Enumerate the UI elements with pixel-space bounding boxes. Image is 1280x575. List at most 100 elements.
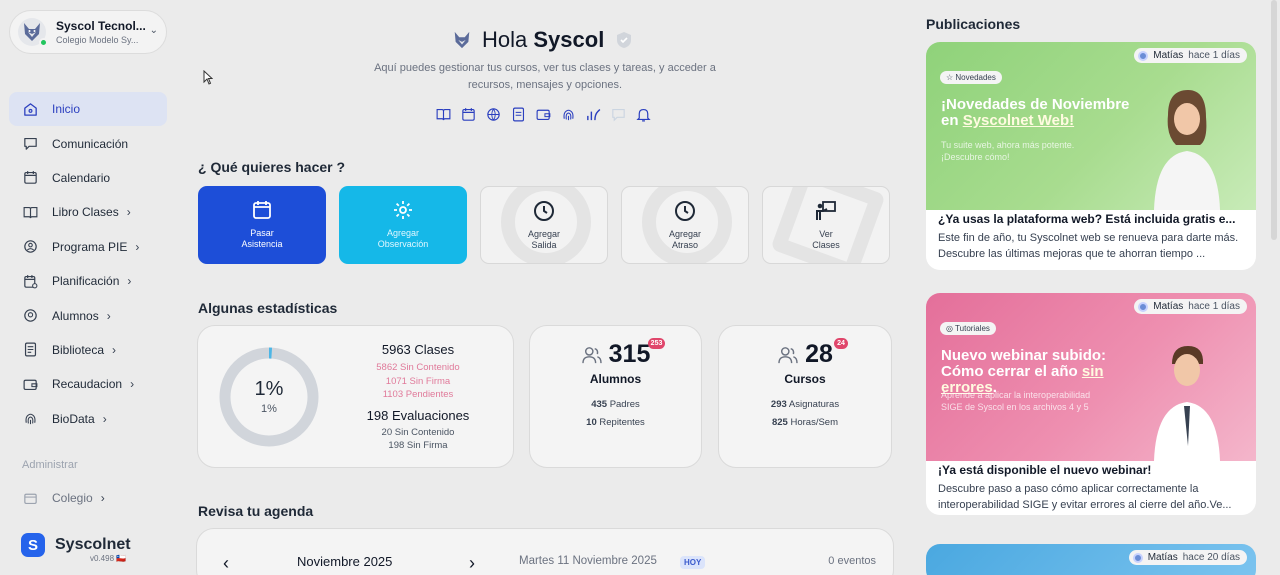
app-version: v0.498 🇨🇱	[90, 554, 127, 563]
avatar	[18, 18, 48, 47]
decorative-watermark	[770, 187, 886, 263]
avatar	[1138, 50, 1149, 61]
users-icon	[778, 346, 798, 363]
agregar-observacion-button[interactable]: Agregar Observación	[339, 186, 467, 264]
publication-card[interactable]: Matías hace 1 días ☆ Novedades ¡Novedades…	[926, 42, 1256, 270]
events-count: 0 eventos	[828, 555, 876, 567]
syscolnet-logo: S	[21, 533, 45, 557]
publication-image: Matías hace 1 días ☆ Novedades ¡Novedades…	[926, 42, 1256, 210]
sidebar-item-label: Calendario	[52, 170, 111, 185]
agenda-section-title: Revisa tu agenda	[198, 503, 314, 519]
sidebar-nav: Inicio Comunicación Calendario Libro Cla…	[9, 92, 167, 436]
repitentes-line: 10 Repitentes	[586, 417, 645, 428]
alumnos-badge: 253	[647, 338, 666, 349]
quick-access-icons	[435, 106, 652, 123]
sidebar-item-label: Comunicación	[52, 136, 129, 151]
sidebar-item-biblioteca[interactable]: Biblioteca ›	[9, 333, 167, 367]
publication-card[interactable]: Matías hace 1 días ◎ Tutoriales Nuevo web…	[926, 293, 1256, 515]
verified-shield-icon	[617, 32, 632, 48]
sidebar-item-inicio[interactable]: Inicio	[9, 92, 167, 127]
pasar-asistencia-button[interactable]: Pasar Asistencia	[198, 186, 326, 264]
sidebar-item-biodata[interactable]: BioData ›	[9, 402, 167, 436]
stats-section-title: Algunas estadísticas	[198, 300, 338, 316]
sidebar-item-label: BioData	[52, 411, 95, 426]
teacher-icon	[816, 201, 836, 220]
today-badge[interactable]: HOY	[680, 556, 706, 569]
publication-image-subtitle: Tu suite web, ahora más potente. ¡Descub…	[941, 140, 1075, 162]
document-icon[interactable]	[510, 106, 527, 123]
cursos-stat-card[interactable]: 28 24 Cursos 293 Asignaturas 825 Horas/Se…	[718, 325, 892, 468]
profile-switcher[interactable]: Syscol Tecnol... Colegio Modelo Sy... ⌄	[9, 10, 167, 54]
chevron-right-icon: ›	[127, 274, 132, 289]
admin-section-title: Administrar	[22, 459, 78, 471]
scrollbar[interactable]	[1271, 0, 1277, 240]
sidebar-item-label: Programa PIE	[52, 239, 128, 254]
book-icon[interactable]	[435, 106, 452, 123]
sidebar-item-label: Alumnos	[52, 308, 99, 323]
agregar-salida-button[interactable]: Agregar Salida	[480, 186, 608, 264]
wolf-mascot-icon	[454, 31, 470, 49]
prev-month-button[interactable]: ‹	[223, 553, 229, 574]
profile-name: Syscol Tecnol...	[56, 19, 146, 33]
publication-author: Matías hace 1 días	[1134, 48, 1247, 63]
chart-icon[interactable]	[585, 106, 602, 123]
bell-icon[interactable]	[635, 106, 652, 123]
cursos-count: 28 24	[805, 338, 848, 369]
fingerprint-icon[interactable]	[560, 106, 577, 123]
clases-pendientes: 1103 Pendientes	[382, 389, 454, 400]
chat-icon	[24, 138, 37, 150]
sidebar-item-colegio[interactable]: Colegio ›	[9, 481, 167, 515]
action-label: Agregar Atraso	[668, 229, 702, 250]
chat-icon[interactable]	[610, 106, 627, 123]
profile-school: Colegio Modelo Sy...	[56, 35, 139, 45]
sidebar-item-label: Biblioteca	[52, 342, 105, 357]
clock-icon	[534, 201, 554, 221]
sidebar-item-alumnos[interactable]: Alumnos ›	[9, 298, 167, 332]
planning-icon	[24, 274, 38, 289]
progress-percent-secondary: 1%	[261, 403, 277, 415]
publication-author: Matías hace 1 días	[1134, 299, 1247, 314]
person-illustration	[1154, 90, 1220, 210]
action-label: Agregar Salida	[527, 229, 561, 250]
agenda-selected-date: Martes 11 Noviembre 2025	[519, 555, 657, 567]
sidebar-item-recaudacion[interactable]: Recaudacion ›	[9, 367, 167, 401]
fingerprint-icon	[25, 413, 36, 425]
page-subtitle: Aquí puedes gestionar tus cursos, ver tu…	[374, 62, 716, 91]
chevron-right-icon: ›	[135, 239, 140, 254]
publication-tag: ◎ Tutoriales	[940, 322, 996, 335]
clases-stat-card[interactable]: 1% 1% 5963 Clases 5862 Sin Contenido 107…	[197, 325, 514, 468]
sidebar-item-comunicacion[interactable]: Comunicación	[9, 126, 167, 160]
publications-title: Publicaciones	[926, 16, 1021, 32]
basketball-icon[interactable]	[485, 106, 502, 123]
quick-actions: Pasar Asistencia Agregar Observación Agr…	[198, 186, 890, 264]
agregar-atraso-button[interactable]: Agregar Atraso	[621, 186, 749, 264]
chevron-right-icon: ›	[102, 411, 107, 426]
sidebar-item-label: Inicio	[52, 102, 81, 117]
sidebar-item-planificacion[interactable]: Planificación ›	[9, 264, 167, 298]
chevron-right-icon: ›	[100, 491, 105, 506]
publication-card[interactable]: Matías hace 20 días	[926, 544, 1256, 575]
chevron-right-icon: ›	[106, 308, 111, 323]
ver-clases-button[interactable]: Ver Clases	[762, 186, 890, 264]
wallet-icon[interactable]	[535, 106, 552, 123]
agenda-card: ‹ Noviembre 2025 › Martes 11 Noviembre 2…	[196, 528, 894, 575]
next-month-button[interactable]: ›	[469, 553, 475, 574]
publication-image: Matías hace 1 días ◎ Tutoriales Nuevo web…	[926, 293, 1256, 461]
clases-total: 5963 Clases	[381, 342, 455, 357]
publication-description: Descubre paso a paso cómo aplicar correc…	[938, 483, 1232, 511]
sidebar-item-label: Planificación	[52, 274, 120, 289]
decorative-clock-watermark	[501, 187, 591, 263]
admin-nav: Colegio ›	[9, 481, 167, 515]
chevron-right-icon: ›	[130, 377, 135, 392]
page-title: Hola Syscol	[482, 27, 605, 52]
calendar-icon[interactable]	[460, 106, 477, 123]
library-icon	[24, 342, 37, 357]
person-illustration	[1154, 346, 1220, 461]
sidebar-item-libro-clases[interactable]: Libro Clases ›	[9, 195, 167, 229]
sidebar-item-programa-pie[interactable]: Programa PIE ›	[9, 230, 167, 264]
alumnos-stat-card[interactable]: 315 253 Alumnos 435 Padres 10 Repitentes	[529, 325, 702, 468]
action-label: Pasar Asistencia	[241, 228, 283, 249]
calendar-icon	[24, 171, 37, 185]
asignaturas-line: 293 Asignaturas	[770, 399, 840, 410]
sidebar-item-calendario[interactable]: Calendario	[9, 161, 167, 195]
